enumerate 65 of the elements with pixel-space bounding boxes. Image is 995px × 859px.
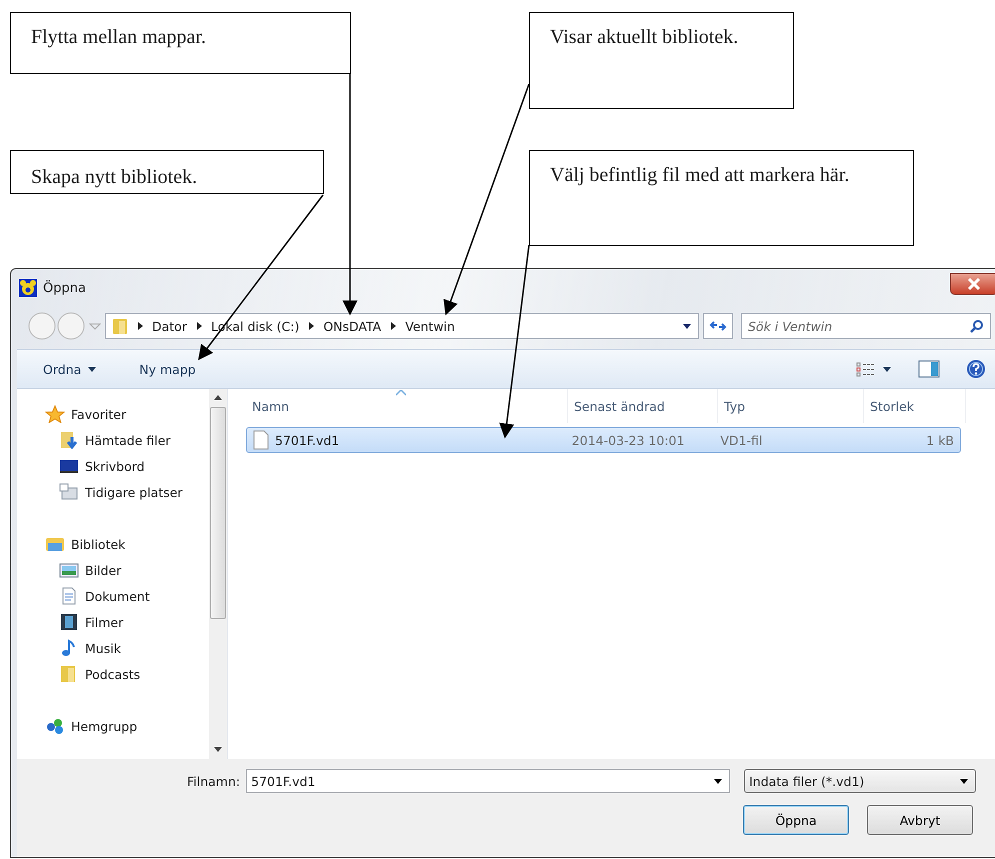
- breadcrumb-item[interactable]: Dator: [152, 318, 187, 334]
- scroll-up-icon: [214, 395, 222, 401]
- sort-icon: [396, 390, 406, 396]
- folder-icon: [112, 317, 128, 335]
- file-size: 1 kB: [925, 432, 956, 448]
- modified-date: 2014-03-23 10:01: [570, 432, 686, 448]
- dropdown-icon[interactable]: [682, 322, 692, 330]
- column-header[interactable]: Senast ändrad: [568, 389, 718, 423]
- organize-button[interactable]: Ordna: [37, 358, 104, 380]
- sidebar-item[interactable]: Tidigare platser: [45, 479, 209, 505]
- download-icon: [59, 431, 79, 449]
- file-type-dropdown[interactable]: Indata filer (*.vd1): [744, 769, 976, 793]
- new-folder-button[interactable]: Ny mapp: [133, 358, 202, 380]
- search-field[interactable]: Sök i Ventwin: [741, 313, 991, 339]
- close-icon: [967, 278, 981, 290]
- file-name: 5701F.vd1: [275, 432, 340, 448]
- file-icon: [253, 430, 269, 450]
- library-icon: [45, 535, 65, 553]
- sidebar-item[interactable]: Hemgrupp: [45, 713, 209, 739]
- callout-box: Visar aktuellt bibliotek.: [529, 12, 794, 109]
- help-icon[interactable]: [966, 359, 986, 379]
- open-button[interactable]: Öppna: [743, 805, 849, 835]
- dropdown-icon: [959, 777, 970, 785]
- sidebar-item[interactable]: Hämtade filer: [45, 427, 209, 453]
- sidebar-item[interactable]: Bibliotek: [45, 531, 209, 557]
- sidebar-item[interactable]: Podcasts: [45, 661, 209, 687]
- dropdown-icon: [713, 777, 724, 785]
- sidebar-item[interactable]: Musik: [45, 635, 209, 661]
- window-title: Öppna: [43, 280, 86, 296]
- callout-box: Flytta mellan mappar.: [10, 12, 351, 74]
- app-icon: [19, 279, 37, 297]
- column-header[interactable]: Namn: [246, 389, 568, 423]
- preview-pane-icon[interactable]: [918, 360, 940, 378]
- desktop-icon: [59, 457, 79, 475]
- refresh-icon: [709, 319, 727, 333]
- sidebar-item[interactable]: Filmer: [45, 609, 209, 635]
- callout-box: Välj befintlig fil med att markera här.: [529, 150, 914, 246]
- scroll-down-icon: [214, 747, 222, 753]
- view-icon[interactable]: [856, 361, 876, 377]
- cancel-button[interactable]: Avbryt: [867, 805, 973, 835]
- search-icon: [970, 319, 984, 333]
- sidebar-item[interactable]: Skrivbord: [45, 453, 209, 479]
- file-row[interactable]: 5701F.vd1 2014-03-23 10:01 VD1-fil 1 kB: [246, 427, 961, 453]
- sidebar-item[interactable]: Favoriter: [45, 401, 209, 427]
- column-header[interactable]: Storlek: [864, 389, 966, 423]
- film-icon: [59, 613, 79, 631]
- file-type: VD1-fil: [719, 432, 764, 448]
- scroll-thumb[interactable]: [210, 407, 226, 619]
- filename-field[interactable]: 5701F.vd1: [246, 769, 730, 793]
- scrollbar[interactable]: [209, 389, 227, 759]
- refresh-button[interactable]: [703, 313, 733, 339]
- column-header[interactable]: Typ: [718, 389, 864, 423]
- sidebar-item[interactable]: Dokument: [45, 583, 209, 609]
- star-icon: [45, 405, 65, 423]
- filename-label: Filnamn:: [187, 774, 240, 788]
- breadcrumb-item[interactable]: Ventwin: [405, 318, 455, 334]
- callout-box: Skapa nytt bibliotek.: [10, 150, 324, 194]
- network-icon: [45, 717, 65, 735]
- close-button[interactable]: [950, 273, 995, 295]
- sidebar-item[interactable]: Bilder: [45, 557, 209, 583]
- breadcrumb-item[interactable]: ONsDATA: [323, 318, 382, 334]
- recent-icon: [59, 483, 79, 501]
- caret-icon: [87, 365, 98, 373]
- caret-icon[interactable]: [882, 365, 892, 373]
- pictures-icon: [59, 561, 79, 579]
